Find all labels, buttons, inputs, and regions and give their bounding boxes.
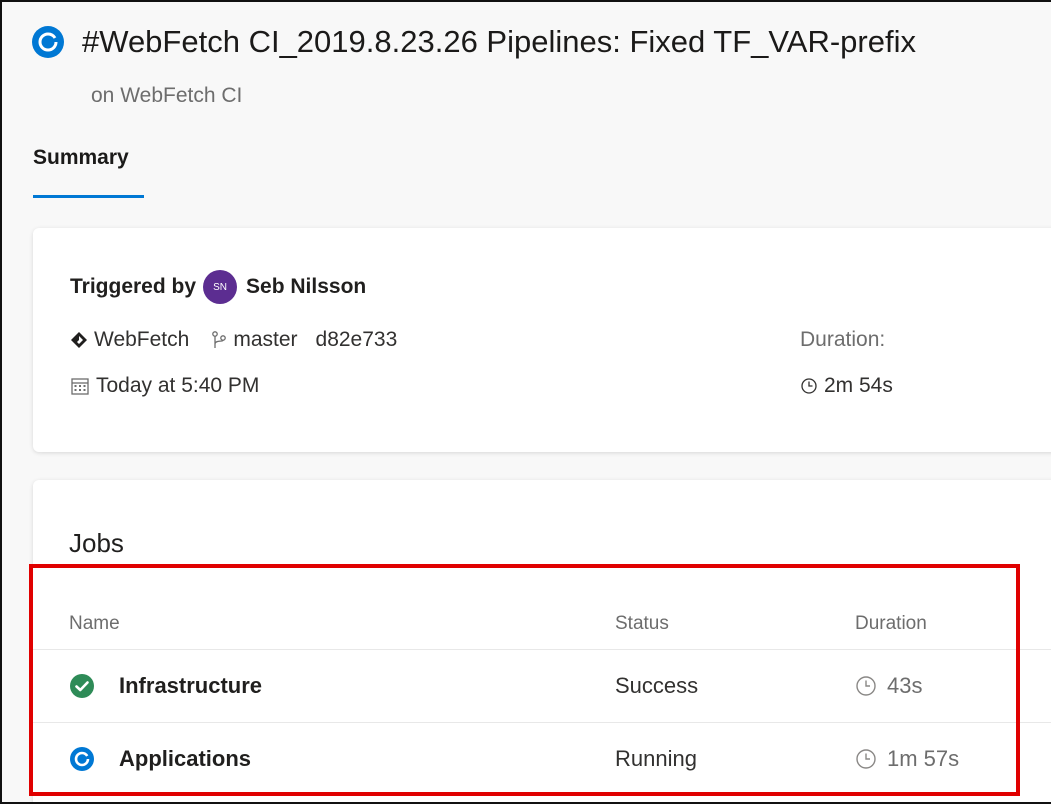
tab-summary[interactable]: Summary: [33, 146, 129, 170]
date-info: Today at 5:40 PM: [70, 374, 259, 398]
column-header-duration: Duration: [855, 613, 927, 634]
avatar[interactable]: SN: [203, 270, 238, 304]
success-check-icon: [69, 673, 95, 699]
page-title: #WebFetch CI_2019.8.23.26 Pipelines: Fix…: [82, 24, 916, 59]
duration-value: 2m 54s: [824, 374, 893, 397]
job-duration: 43s: [855, 650, 922, 722]
user-name[interactable]: Seb Nilsson: [246, 275, 366, 299]
job-duration-value: 1m 57s: [887, 746, 960, 771]
triggered-label: Triggered by: [70, 275, 197, 298]
run-duration: 2m 54s: [800, 374, 893, 398]
running-icon: [69, 746, 95, 772]
job-status: Success: [615, 673, 699, 698]
jobs-card: Jobs Name Status Duration Infrastructure…: [33, 480, 1051, 802]
pipeline-run-page: #WebFetch CI_2019.8.23.26 Pipelines: Fix…: [0, 0, 1051, 804]
jobs-title: Jobs: [69, 528, 124, 558]
column-header-name: Name: [69, 613, 120, 634]
commit-link[interactable]: d82e733: [316, 328, 398, 352]
jobs-table-header: Name Status Duration: [33, 598, 1051, 650]
summary-card: Triggered by SN Seb Nilsson WebFetch mas…: [33, 228, 1051, 452]
source-info: WebFetch master d82e733: [70, 328, 397, 352]
pipeline-link[interactable]: on WebFetch CI: [91, 84, 242, 108]
branch-icon: [211, 330, 227, 350]
table-row[interactable]: Applications Running 1m 57s: [33, 722, 1051, 795]
triggered-by: Triggered by SN Seb Nilsson: [70, 270, 366, 304]
clock-icon: [855, 675, 877, 697]
job-name: Infrastructure: [119, 673, 263, 698]
repo-icon: [70, 331, 88, 349]
branch-link[interactable]: master: [233, 328, 297, 352]
clock-icon: [800, 377, 818, 395]
job-status: Running: [615, 746, 697, 771]
running-icon: [32, 26, 64, 58]
clock-icon: [855, 748, 877, 770]
tab-selected-indicator: [33, 195, 144, 198]
repo-link[interactable]: WebFetch: [94, 328, 189, 352]
column-header-status: Status: [615, 613, 669, 634]
run-header: #WebFetch CI_2019.8.23.26 Pipelines: Fix…: [32, 24, 916, 60]
table-row[interactable]: Infrastructure Success 43s: [33, 649, 1051, 722]
job-duration-value: 43s: [887, 673, 923, 698]
duration-label: Duration:: [800, 328, 886, 351]
calendar-icon: [70, 376, 90, 396]
job-name: Applications: [119, 746, 252, 771]
run-date: Today at 5:40 PM: [96, 374, 260, 397]
job-duration: 1m 57s: [855, 723, 959, 795]
